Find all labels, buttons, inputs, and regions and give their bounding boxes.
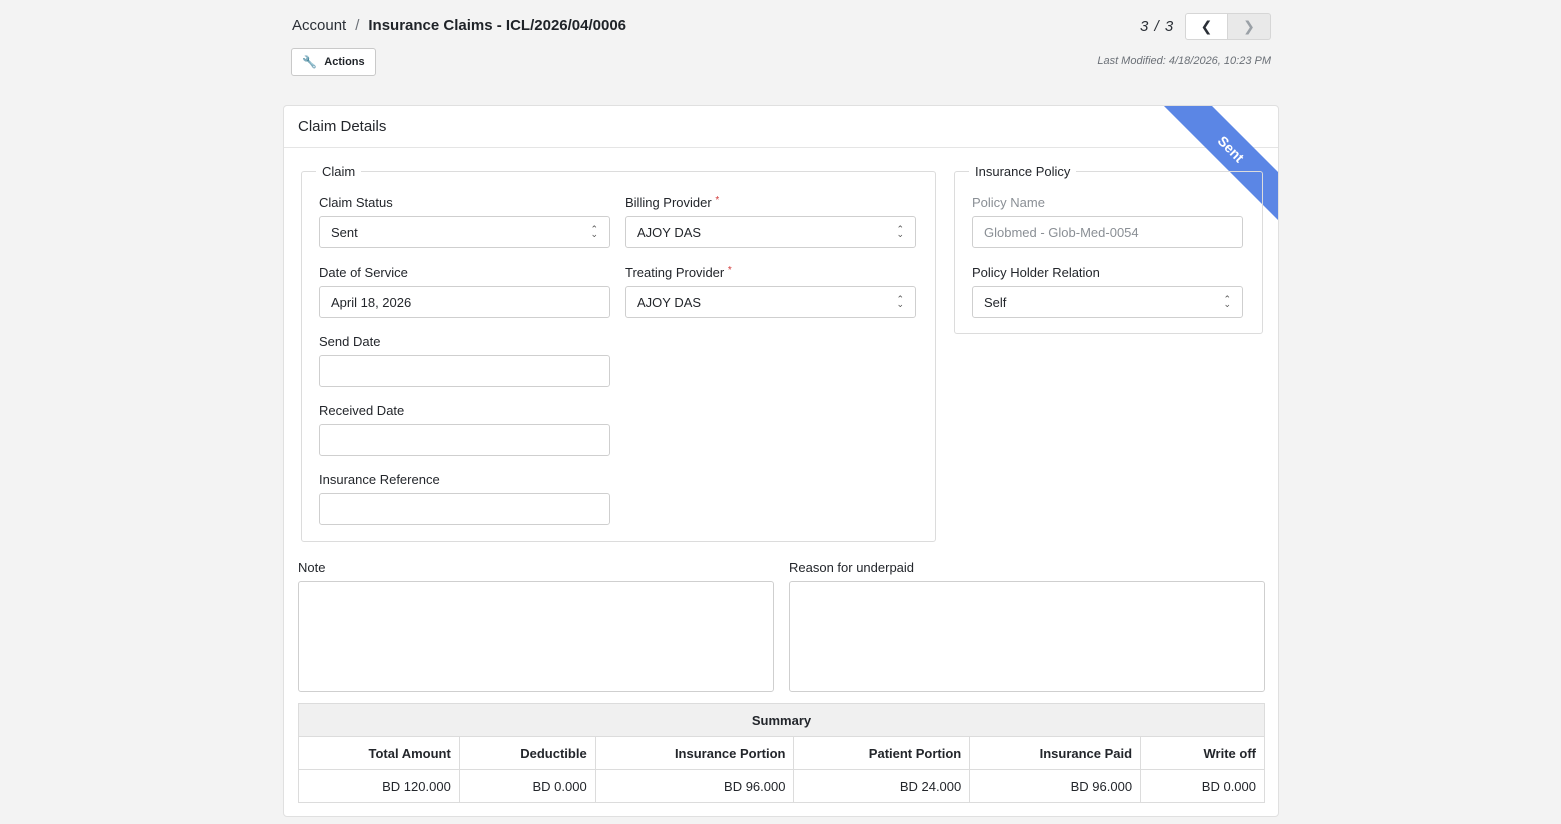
- actions-button[interactable]: 🔧 Actions: [291, 48, 376, 76]
- last-modified-text: Last Modified: 4/18/2026, 10:23 PM: [1097, 55, 1271, 67]
- wrench-icon: 🔧: [302, 55, 318, 69]
- insurance-reference-label: Insurance Reference: [319, 472, 440, 487]
- reason-underpaid-textarea[interactable]: [789, 581, 1265, 692]
- policy-holder-relation-select[interactable]: Self ⌃ ⌄: [972, 286, 1243, 318]
- reason-underpaid-label: Reason for underpaid: [789, 560, 915, 575]
- policy-holder-relation-field: Policy Holder Relation Self ⌃ ⌄: [972, 265, 1243, 318]
- billing-provider-field: Billing Provider * AJOY DAS ⌃ ⌄: [625, 195, 916, 248]
- note-field: Note: [298, 560, 774, 692]
- column-header: Write off: [1140, 736, 1265, 770]
- breadcrumb-account-link[interactable]: Account: [292, 17, 346, 34]
- summary-header-row: Total Amount Deductible Insurance Portio…: [298, 736, 1265, 770]
- treating-provider-value: AJOY DAS: [637, 294, 702, 310]
- treating-provider-label: Treating Provider *: [625, 265, 732, 280]
- send-date-field: Send Date: [319, 334, 610, 387]
- deductible-cell: BD 0.000: [458, 769, 596, 803]
- select-caret-icon: ⌃ ⌄: [896, 224, 904, 239]
- policy-name-input: Globmed - Glob-Med-0054: [972, 216, 1243, 248]
- date-of-service-label: Date of Service: [319, 265, 408, 280]
- policy-name-value: Globmed - Glob-Med-0054: [984, 224, 1139, 240]
- chevron-left-icon: ❮: [1200, 18, 1213, 34]
- patient-portion-cell: BD 24.000: [793, 769, 971, 803]
- insurance-paid-cell: BD 96.000: [969, 769, 1142, 803]
- date-of-service-value: April 18, 2026: [331, 294, 412, 310]
- actions-label: Actions: [324, 56, 365, 68]
- record-pager: 3 / 3 ❮ ❯: [1140, 13, 1271, 40]
- summary-table: Summary Total Amount Deductible Insuranc…: [298, 703, 1265, 803]
- select-caret-icon: ⌃ ⌄: [590, 224, 598, 239]
- billing-provider-value: AJOY DAS: [637, 224, 702, 240]
- column-header: Insurance Portion: [594, 736, 795, 770]
- claim-legend: Claim: [322, 164, 356, 179]
- policy-holder-relation-label: Policy Holder Relation: [972, 265, 1100, 280]
- received-date-label: Received Date: [319, 403, 405, 418]
- column-header: Patient Portion: [793, 736, 971, 770]
- received-date-field: Received Date: [319, 403, 610, 456]
- next-record-button[interactable]: ❯: [1228, 13, 1271, 40]
- pager-counter: 3 / 3: [1140, 18, 1175, 35]
- note-label: Note: [298, 560, 326, 575]
- required-mark: *: [715, 195, 720, 206]
- write-off-cell: BD 0.000: [1140, 769, 1265, 803]
- required-mark: *: [727, 265, 732, 276]
- insurance-policy-legend: Insurance Policy: [975, 164, 1071, 179]
- select-caret-icon: ⌃ ⌄: [1223, 294, 1231, 309]
- insurance-reference-field: Insurance Reference: [319, 472, 610, 525]
- received-date-text[interactable]: [331, 432, 598, 448]
- note-textarea[interactable]: [298, 581, 774, 692]
- claim-status-select[interactable]: Sent ⌃ ⌄: [319, 216, 610, 248]
- summary-title-row: Summary: [298, 703, 1265, 737]
- page-title: Insurance Claims - ICL/2026/04/0006: [368, 17, 627, 34]
- claim-status-label: Claim Status: [319, 195, 393, 210]
- billing-provider-label: Billing Provider *: [625, 195, 720, 210]
- insurance-reference-input[interactable]: [319, 493, 610, 525]
- send-date-label: Send Date: [319, 334, 381, 349]
- claim-details-card: Claim Details Sent Claim Claim Status Se…: [283, 105, 1279, 817]
- column-header: Insurance Paid: [969, 736, 1142, 770]
- send-date-text[interactable]: [331, 363, 598, 379]
- send-date-input[interactable]: [319, 355, 610, 387]
- policy-name-label: Policy Name: [972, 195, 1045, 210]
- select-caret-icon: ⌃ ⌄: [896, 294, 904, 309]
- card-title: Claim Details: [284, 106, 1278, 148]
- claim-status-value: Sent: [331, 224, 358, 240]
- column-header: Deductible: [458, 736, 596, 770]
- claim-status-field: Claim Status Sent ⌃ ⌄: [319, 195, 610, 248]
- total-amount-cell: BD 120.000: [298, 769, 460, 803]
- treating-provider-field: Treating Provider * AJOY DAS ⌃ ⌄: [625, 265, 916, 318]
- breadcrumb: Account / Insurance Claims - ICL/2026/04…: [292, 17, 626, 34]
- breadcrumb-separator: /: [355, 17, 360, 34]
- received-date-input[interactable]: [319, 424, 610, 456]
- policy-holder-relation-value: Self: [984, 294, 1007, 310]
- insurance-reference-text[interactable]: [331, 501, 598, 517]
- previous-record-button[interactable]: ❮: [1185, 13, 1228, 40]
- treating-provider-select[interactable]: AJOY DAS ⌃ ⌄: [625, 286, 916, 318]
- table-row: BD 120.000 BD 0.000 BD 96.000 BD 24.000 …: [298, 769, 1265, 803]
- summary-title: Summary: [298, 703, 1265, 737]
- chevron-right-icon: ❯: [1243, 18, 1255, 34]
- date-of-service-field: Date of Service April 18, 2026: [319, 265, 610, 318]
- column-header: Total Amount: [298, 736, 460, 770]
- policy-name-field: Policy Name Globmed - Glob-Med-0054: [972, 195, 1243, 248]
- insurance-portion-cell: BD 96.000: [594, 769, 795, 803]
- date-of-service-input[interactable]: April 18, 2026: [319, 286, 610, 318]
- billing-provider-select[interactable]: AJOY DAS ⌃ ⌄: [625, 216, 916, 248]
- reason-underpaid-field: Reason for underpaid: [789, 560, 1265, 692]
